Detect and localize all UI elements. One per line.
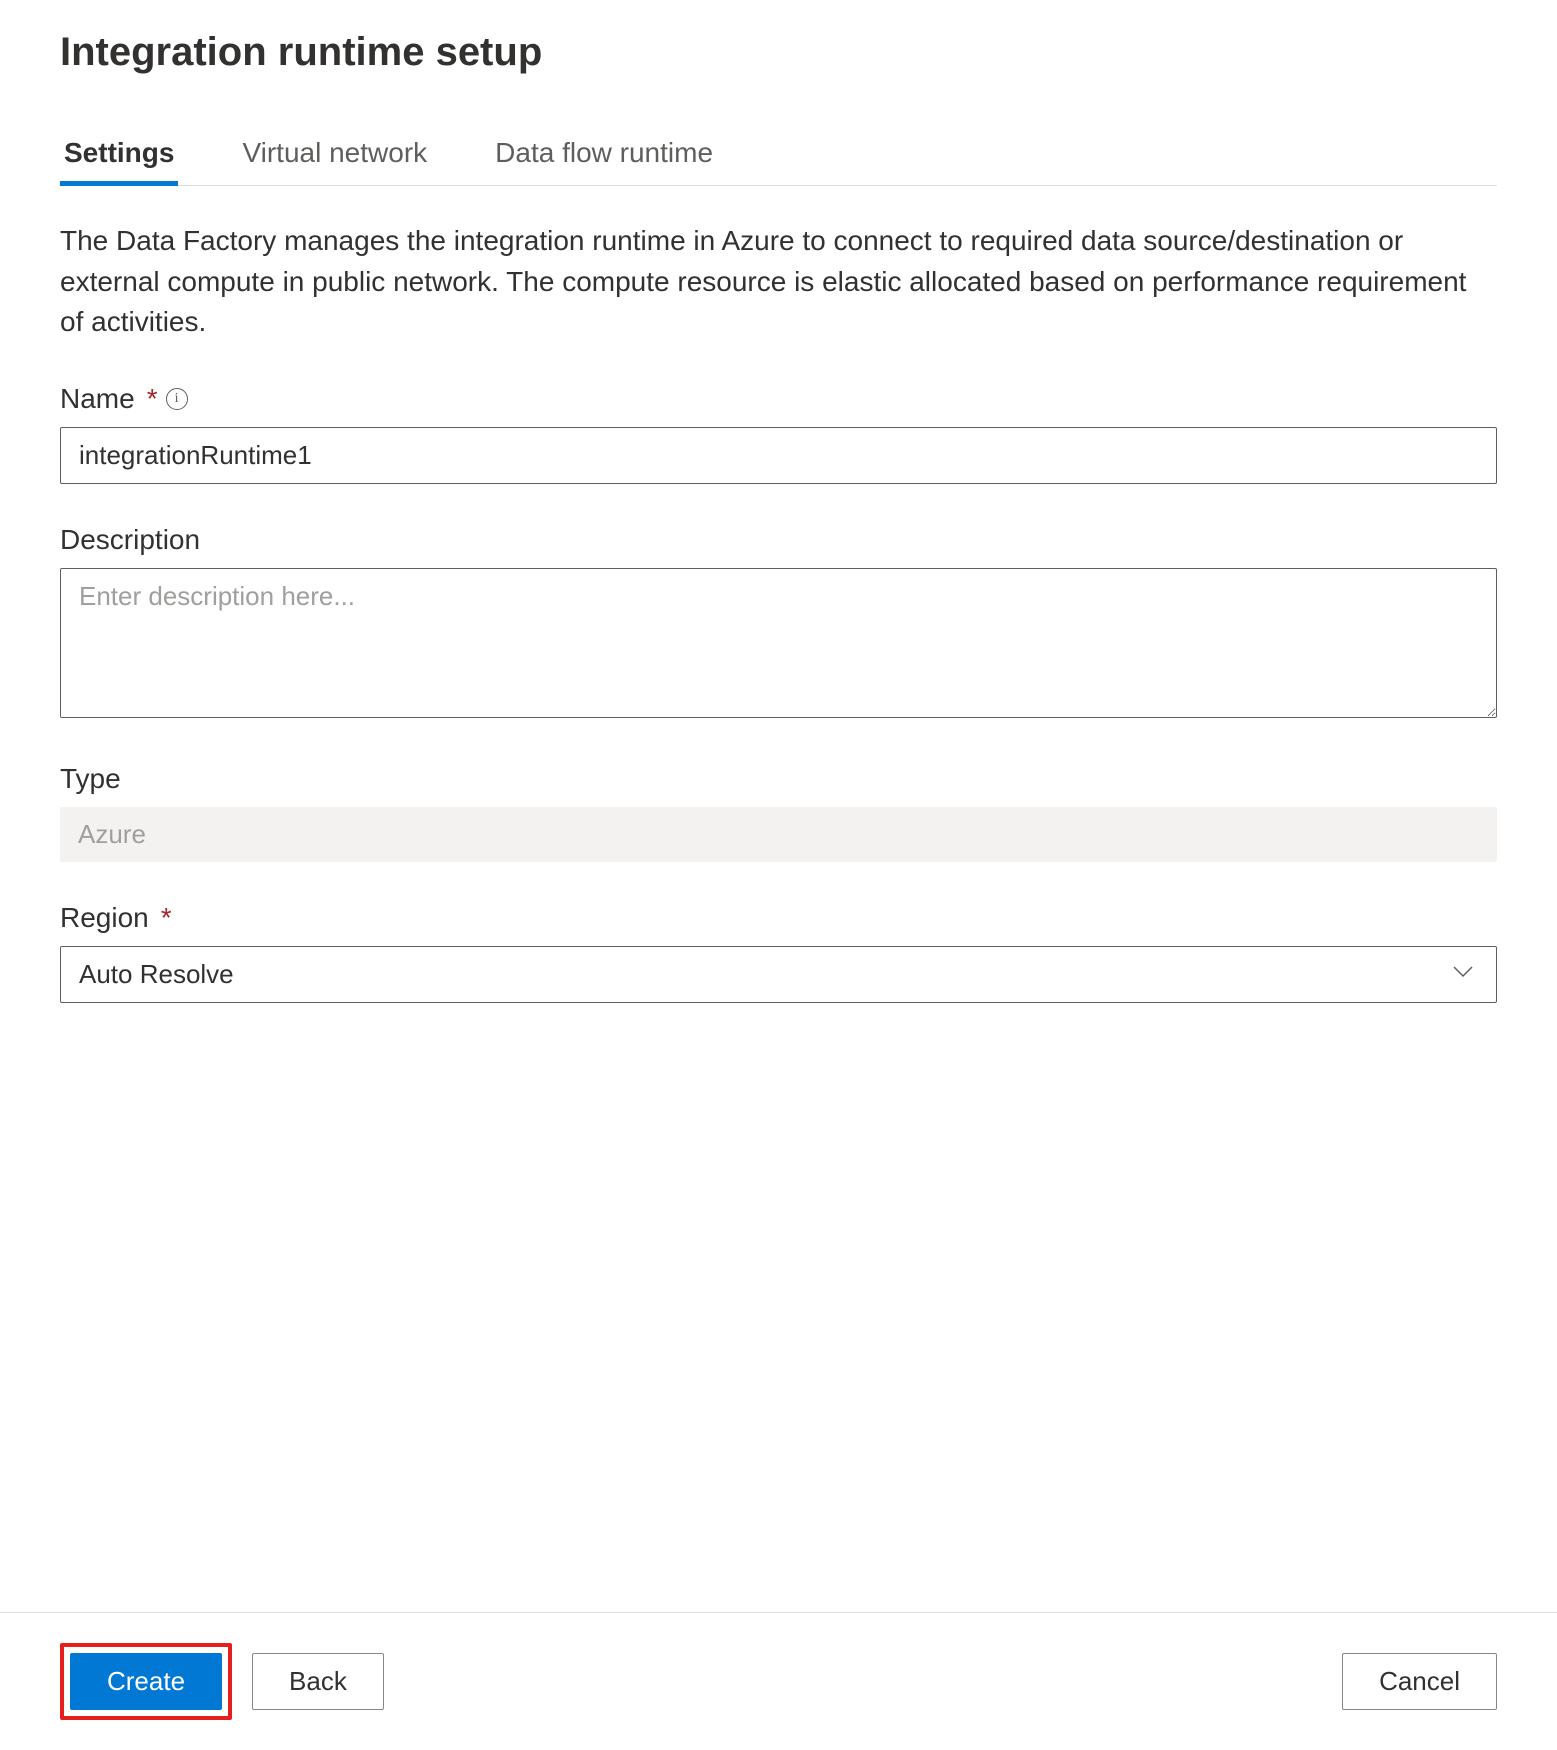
required-indicator: *	[161, 902, 172, 934]
page-title: Integration runtime setup	[60, 30, 1497, 75]
region-label: Region *	[60, 902, 1497, 934]
create-button-highlight: Create	[60, 1643, 232, 1720]
description-label: Description	[60, 524, 1497, 556]
required-indicator: *	[147, 383, 158, 415]
type-label: Type	[60, 763, 1497, 795]
name-label-text: Name	[60, 383, 135, 415]
tab-settings[interactable]: Settings	[60, 125, 178, 186]
region-select-wrapper: Auto Resolve	[60, 946, 1497, 1003]
region-label-text: Region	[60, 902, 149, 934]
tab-data-flow-runtime[interactable]: Data flow runtime	[491, 125, 717, 186]
description-text: The Data Factory manages the integration…	[60, 221, 1497, 343]
tab-virtual-network[interactable]: Virtual network	[238, 125, 431, 186]
region-form-group: Region * Auto Resolve	[60, 902, 1497, 1003]
footer: Create Back Cancel	[0, 1612, 1557, 1750]
name-form-group: Name * i	[60, 383, 1497, 484]
name-label: Name * i	[60, 383, 1497, 415]
type-label-text: Type	[60, 763, 121, 795]
description-input[interactable]	[60, 568, 1497, 718]
back-button[interactable]: Back	[252, 1653, 384, 1710]
type-field: Azure	[60, 807, 1497, 862]
info-icon[interactable]: i	[166, 388, 188, 410]
name-input[interactable]	[60, 427, 1497, 484]
region-select[interactable]: Auto Resolve	[60, 946, 1497, 1003]
description-form-group: Description	[60, 524, 1497, 723]
type-form-group: Type Azure	[60, 763, 1497, 862]
create-button[interactable]: Create	[70, 1653, 222, 1710]
cancel-button[interactable]: Cancel	[1342, 1653, 1497, 1710]
description-label-text: Description	[60, 524, 200, 556]
tabs-bar: Settings Virtual network Data flow runti…	[60, 125, 1497, 186]
